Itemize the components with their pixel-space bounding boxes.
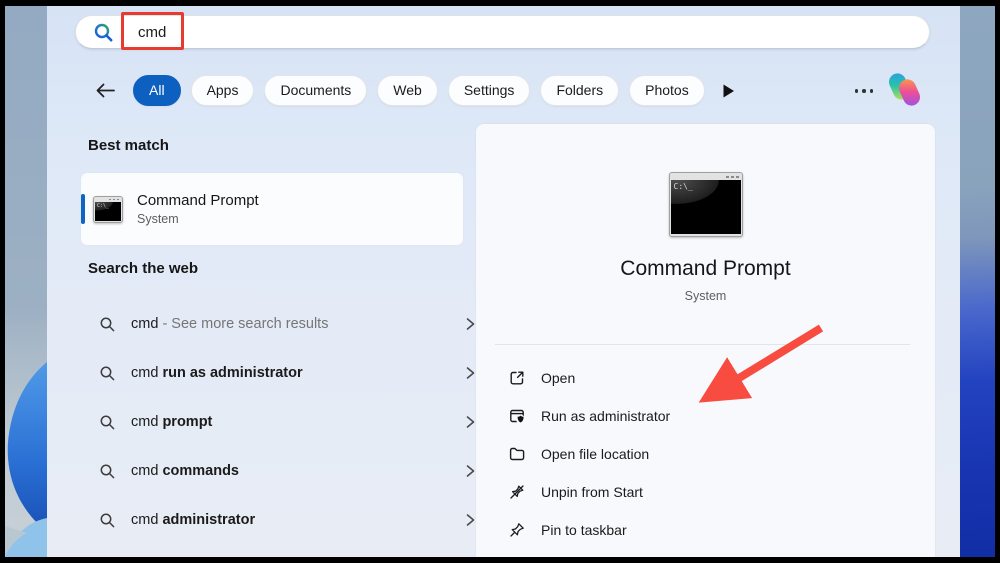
desktop-screenshot: All Apps Documents Web Settings Folders … — [0, 0, 1000, 563]
open-file-location-icon — [509, 447, 525, 461]
back-button[interactable] — [93, 78, 117, 102]
tab-all[interactable]: All — [133, 74, 181, 106]
best-match-subtitle: System — [137, 212, 179, 226]
search-icon — [100, 513, 115, 527]
chevron-right-icon — [466, 367, 475, 379]
action-list: Open Run as administrator Open file loca… — [476, 360, 935, 548]
web-suggestion-4[interactable]: cmd commands — [47, 447, 487, 495]
search-web-heading: Search the web — [88, 260, 199, 277]
web-suggestion-3[interactable]: cmd prompt — [47, 398, 487, 446]
action-open[interactable]: Open — [476, 360, 935, 396]
chevron-right-icon — [466, 465, 475, 477]
web-suggestion-2[interactable]: cmd run as administrator — [47, 349, 487, 397]
run-as-administrator-icon — [510, 409, 526, 424]
cmd-app-icon-large: C:\_ — [668, 172, 743, 237]
unpin-from-start-icon — [510, 485, 524, 499]
selection-accent-bar — [81, 194, 85, 224]
chevron-right-icon — [466, 318, 475, 330]
action-run-as-administrator[interactable]: Run as administrator — [476, 398, 935, 434]
cmd-app-icon: C:\_ — [93, 195, 123, 223]
more-filters-button[interactable] — [721, 83, 737, 99]
search-icon — [100, 317, 115, 331]
tab-photos[interactable]: Photos — [629, 74, 705, 106]
play-icon — [723, 84, 734, 98]
copilot-button[interactable] — [886, 70, 924, 109]
wallpaper-left — [5, 6, 47, 557]
web-suggestion-1[interactable]: cmd - See more search results — [47, 300, 487, 348]
search-icon — [94, 23, 113, 42]
pin-to-taskbar-icon — [510, 523, 524, 537]
search-input[interactable] — [127, 23, 347, 41]
action-open-file-location[interactable]: Open file location — [476, 436, 935, 472]
best-match-result[interactable]: C:\_ Command Prompt System — [81, 173, 463, 245]
search-window: All Apps Documents Web Settings Folders … — [47, 6, 960, 557]
chevron-right-icon — [466, 514, 475, 526]
more-options-button[interactable] — [847, 82, 881, 100]
action-unpin-from-start[interactable]: Unpin from Start — [476, 474, 935, 510]
action-pin-to-taskbar[interactable]: Pin to taskbar — [476, 512, 935, 548]
best-match-title: Command Prompt — [137, 192, 259, 209]
filter-tabs: All Apps Documents Web Settings Folders … — [93, 73, 715, 107]
tab-documents[interactable]: Documents — [264, 74, 368, 106]
search-bar[interactable] — [75, 15, 930, 49]
divider — [495, 344, 910, 345]
tab-apps[interactable]: Apps — [190, 74, 255, 106]
detail-panel: C:\_ Command Prompt System Open Run as a… — [476, 124, 935, 557]
back-arrow-icon — [96, 83, 115, 97]
search-icon — [100, 415, 115, 429]
web-suggestion-5[interactable]: cmd administrator — [47, 496, 487, 544]
tab-settings[interactable]: Settings — [447, 74, 531, 106]
search-icon — [100, 366, 115, 380]
tab-folders[interactable]: Folders — [540, 74, 620, 106]
detail-app-subtitle: System — [684, 289, 727, 303]
ellipsis-icon — [854, 89, 859, 93]
best-match-heading: Best match — [88, 137, 169, 154]
search-icon — [100, 464, 115, 478]
detail-app-title: Command Prompt — [620, 257, 791, 280]
chevron-right-icon — [466, 416, 475, 428]
wallpaper-right — [960, 6, 995, 557]
bloom-wallpaper-art — [5, 6, 47, 557]
tab-web[interactable]: Web — [377, 74, 438, 106]
open-icon — [510, 371, 524, 385]
